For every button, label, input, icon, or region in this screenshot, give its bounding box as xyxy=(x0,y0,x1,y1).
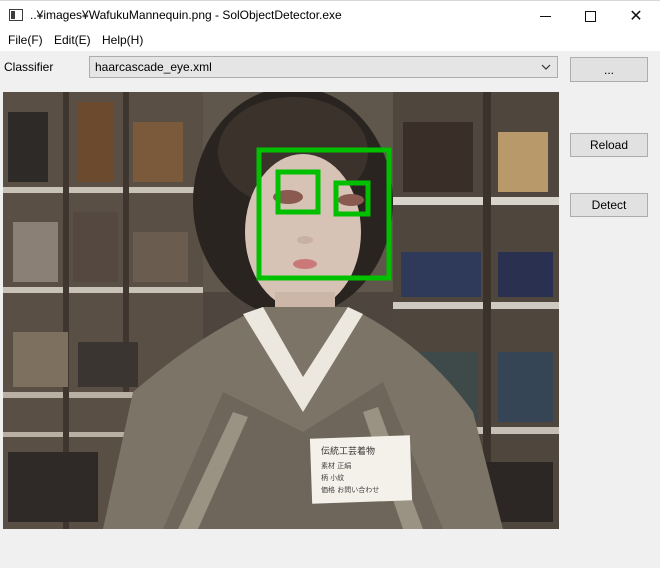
menu-bar: File(F) Edit(E) Help(H) xyxy=(0,31,660,51)
minimize-button[interactable] xyxy=(522,1,568,31)
close-button[interactable]: ✕ xyxy=(613,1,659,31)
note-line-3: 柄 小紋 xyxy=(321,473,344,482)
note-line-1: 伝統工芸着物 xyxy=(321,445,375,457)
title-bar: ..¥images¥WafukuMannequin.png - SolObjec… xyxy=(0,0,660,31)
menu-edit[interactable]: Edit(E) xyxy=(54,33,91,47)
menu-help[interactable]: Help(H) xyxy=(102,33,143,47)
classifier-select[interactable]: haarcascade_eye.xml xyxy=(89,56,558,78)
note-line-4: 価格 お問い合わせ xyxy=(321,485,379,494)
maximize-button[interactable] xyxy=(567,1,613,31)
classifier-selected-value: haarcascade_eye.xml xyxy=(95,60,212,74)
maximize-icon xyxy=(584,10,596,22)
minimize-icon xyxy=(539,15,551,17)
close-icon: ✕ xyxy=(629,8,643,25)
image-view[interactable]: 伝統工芸着物 素材 正絹 柄 小紋 価格 お問い合わせ xyxy=(3,92,559,529)
mannequin-image: 伝統工芸着物 素材 正絹 柄 小紋 価格 お問い合わせ xyxy=(3,92,559,529)
reload-button[interactable]: Reload xyxy=(570,133,648,157)
chevron-down-icon xyxy=(541,64,551,70)
note-line-2: 素材 正絹 xyxy=(321,461,351,470)
browse-button[interactable]: ... xyxy=(570,57,648,82)
app-icon xyxy=(9,9,23,21)
menu-file[interactable]: File(F) xyxy=(8,33,43,47)
detect-button[interactable]: Detect xyxy=(570,193,648,217)
classifier-label: Classifier xyxy=(4,60,54,74)
window-title: ..¥images¥WafukuMannequin.png - SolObjec… xyxy=(30,8,342,22)
